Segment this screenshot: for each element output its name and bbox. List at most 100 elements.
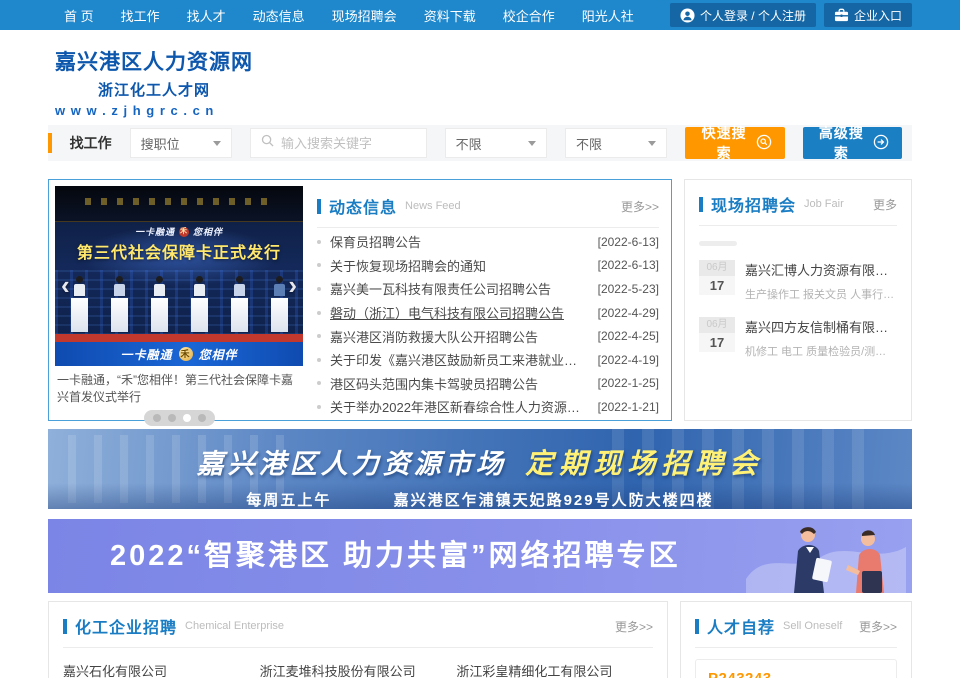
nav-menu: 首 页 找工作 找人才 动态信息 现场招聘会 资料下载 校企合作 阳光人社 [48,6,634,25]
news-item-date: [2022-6-13] [598,258,659,272]
news-item-date: [2022-4-19] [598,353,659,367]
section-accent-bar [63,619,67,634]
carousel-dot[interactable] [183,414,191,422]
nav-item[interactable]: 找工作 [121,6,160,25]
nav-item[interactable]: 现场招聘会 [332,6,397,25]
quick-search-label: 快速搜索 [698,123,749,163]
chemical-company-list: 嘉兴石化有限公司 工艺员 设备管理 警卫（残疾工） 浙江麦堆科技股份有限公司 销… [63,648,653,678]
badge-day: 17 [699,333,735,352]
news-item[interactable]: 港区码头范围内集卡驾驶员招聘公告 [2022-1-25] [317,372,659,396]
badge-day: 17 [699,276,735,295]
job-fair-list: 06月 17 嘉兴汇博人力资源有限公司 生产操作工 报关文员 人事行政助理… 0… [699,260,897,359]
filter-select-2[interactable]: 不限 [565,128,667,158]
news-item[interactable]: 保育员招聘公告 [2022-6-13] [317,230,659,254]
news-item-title: 关于恢复现场招聘会的通知 [330,256,598,275]
talent-title: 人才自荐 [707,614,775,638]
job-fair-more-link[interactable]: 更多 [873,196,897,213]
nav-item[interactable]: 校企合作 [503,6,555,25]
news-item-title: 嘉兴美一瓦科技有限责任公司招聘公告 [330,279,598,298]
date-badge: 06月 17 [699,317,735,359]
search-input-wrap [250,128,427,158]
news-subtitle: News Feed [405,200,461,212]
banner1-title-white: 嘉兴港区人力资源市场 [197,449,507,479]
nav-item[interactable]: 阳光人社 [582,6,634,25]
personal-login-button[interactable]: 个人登录 / 个人注册 [670,3,816,27]
news-item[interactable]: 关于举办2022年港区新春综合性人力资源暨春风... [2022-1-21] [317,395,659,419]
talent-card[interactable]: P243243 男 ｜ 嘉兴市>嘉兴港区 ｜ 八年以上 [695,659,897,678]
chemical-company[interactable]: 嘉兴石化有限公司 工艺员 设备管理 警卫（残疾工） [63,661,260,678]
strip-left: 一卡融通 [120,346,172,363]
carousel-caption[interactable]: 一卡融通，“禾”您相伴！第三代社会保障卡嘉兴首发仪式举行 [55,366,303,407]
nav-item[interactable]: 动态信息 [253,6,305,25]
news-more-link[interactable]: 更多>> [621,198,659,215]
nav-item[interactable]: 资料下载 [424,6,476,25]
chemical-more-link[interactable]: 更多>> [615,618,653,635]
carousel-slide[interactable]: 一卡融通 禾 您相伴 第三代社会保障卡正式发行 [55,186,303,366]
news-item-title: 磐动（浙江）电气科技有限公司招聘公告 [330,303,598,322]
carousel-dot[interactable] [168,414,176,422]
chemical-title: 化工企业招聘 [75,614,177,638]
job-fair-subtitle: Job Fair [804,198,844,210]
news-item[interactable]: 关于恢复现场招聘会的通知 [2022-6-13] [317,254,659,278]
banner1-details: 每周五上午 嘉兴港区乍浦镇天妃路929号人防大楼四楼 [48,489,912,509]
carousel-next-arrow[interactable]: › [288,272,297,298]
news-item-date: [2022-5-23] [598,282,659,296]
quick-search-button[interactable]: 快速搜索 [685,127,784,159]
site-logo[interactable]: 嘉兴港区人力资源网 浙江化工人才网 w w w . z j h g r c . … [55,46,253,118]
site-name: 嘉兴港区人力资源网 [55,46,253,76]
filter-1-value: 不限 [456,134,482,153]
online-recruitment-banner[interactable]: 2022“智聚港区 助力共富”网络招聘专区 [48,519,912,593]
news-item[interactable]: 嘉兴港区消防救援大队公开招聘公告 [2022-4-25] [317,324,659,348]
bullet-icon [317,405,321,409]
badge-month: 06月 [699,317,735,333]
talent-section: 人才自荐 Sell Oneself 更多>> P243243 男 ｜ 嘉兴市>嘉… [680,601,912,678]
banner-illustration [736,519,906,593]
carousel-dots [144,410,215,426]
talent-more-link[interactable]: 更多>> [859,618,897,635]
search-mode-label: 找工作 [70,133,112,153]
slide-banner-strip: 一卡融通 禾 您相伴 [55,342,303,366]
recruitment-market-banner[interactable]: 嘉兴港区人力资源市场 定期现场招聘会 每周五上午 嘉兴港区乍浦镇天妃路929号人… [48,429,912,509]
enterprise-entry-label: 企业入口 [854,7,902,24]
job-category-select[interactable]: 搜职位 [130,128,232,158]
stage-figures [67,276,291,332]
bullet-icon [317,358,321,362]
nav-item[interactable]: 首 页 [64,6,94,25]
chemical-enterprise-section: 化工企业招聘 Chemical Enterprise 更多>> 嘉兴石化有限公司… [48,601,668,678]
job-fair-section: 现场招聘会 Job Fair 更多 06月 17 嘉兴汇博人力资源有限公司 生产… [684,179,912,421]
talent-subtitle: Sell Oneself [783,620,842,632]
news-item-date: [2022-6-13] [598,235,659,249]
news-item[interactable]: 磐动（浙江）电气科技有限公司招聘公告 [2022-4-29] [317,301,659,325]
bullet-icon [317,287,321,291]
carousel-prev-arrow[interactable]: ‹ [61,272,70,298]
news-item-title: 港区码头范围内集卡驾驶员招聘公告 [330,374,598,393]
bullet-icon [317,263,321,267]
banner1-schedule: 每周五上午 [246,492,331,509]
news-item-date: [2022-4-29] [598,306,659,320]
badge-month: 06月 [699,260,735,276]
search-input[interactable] [281,136,416,151]
filter-select-1[interactable]: 不限 [445,128,547,158]
job-fair-item[interactable]: 06月 17 嘉兴四方友信制桶有限公司 机修工 电工 质量检验员/测试员 叉车… [699,317,897,359]
nav-item[interactable]: 找人才 [187,6,226,25]
chevron-down-icon [528,141,536,146]
carousel-dot[interactable] [153,414,161,422]
news-item[interactable]: 关于印发《嘉兴港区鼓励新员工来港就业补助操作... [2022-4-19] [317,348,659,372]
enterprise-entry-button[interactable]: 企业入口 [824,3,912,27]
news-list: 保育员招聘公告 [2022-6-13] 关于恢复现场招聘会的通知 [2022-6… [317,230,659,419]
carousel-dot[interactable] [198,414,206,422]
job-fair-header: 现场招聘会 Job Fair 更多 [699,190,897,226]
bullet-icon [317,334,321,338]
news-item-title: 保育员招聘公告 [330,232,598,251]
news-item-title: 嘉兴港区消防救援大队公开招聘公告 [330,327,598,346]
talent-id: P243243 [708,670,884,678]
chemical-company[interactable]: 浙江麦堆科技股份有限公司 销售专员 会计 土建主管 [260,661,457,678]
company-name: 浙江麦堆科技股份有限公司 [260,661,445,678]
job-fair-item[interactable]: 06月 17 嘉兴汇博人力资源有限公司 生产操作工 报关文员 人事行政助理… [699,260,897,302]
briefcase-icon [834,8,849,22]
company-name: 嘉兴汇博人力资源有限公司 [745,260,897,279]
nav-buttons: 个人登录 / 个人注册 企业入口 [670,3,912,27]
chemical-company[interactable]: 浙江彩皇精细化工有限公司 普工（制造科） 营业担当 [456,661,653,678]
news-item[interactable]: 嘉兴美一瓦科技有限责任公司招聘公告 [2022-5-23] [317,277,659,301]
advanced-search-button[interactable]: 高级搜索 [803,127,902,159]
